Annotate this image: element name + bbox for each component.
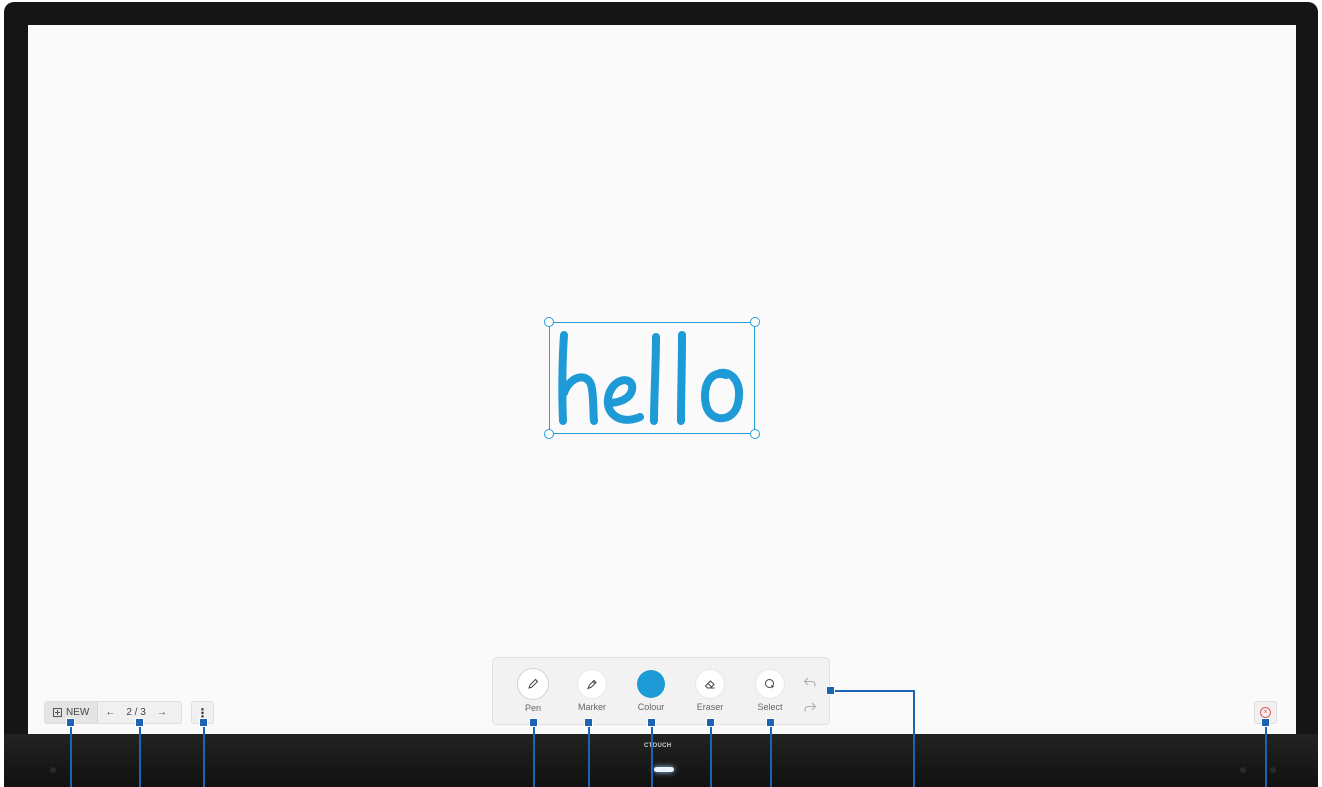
selection-handle-top-right[interactable] bbox=[750, 317, 760, 327]
sensor-dot bbox=[1270, 767, 1276, 773]
ink-selection-box[interactable] bbox=[544, 317, 760, 439]
marker-button[interactable] bbox=[578, 670, 606, 698]
callout-line bbox=[533, 722, 535, 787]
sensor-dot bbox=[1240, 767, 1246, 773]
callout-marker bbox=[1261, 718, 1270, 727]
undo-icon bbox=[803, 677, 816, 687]
callout-marker bbox=[647, 718, 656, 727]
tool-label: Colour bbox=[637, 702, 665, 712]
callout-marker bbox=[584, 718, 593, 727]
callout-line bbox=[913, 690, 915, 787]
callout-marker bbox=[766, 718, 775, 727]
callout-line bbox=[70, 722, 72, 787]
power-indicator-light bbox=[654, 767, 674, 772]
page-navigation: NEW ← 2 / 3 → bbox=[44, 701, 182, 724]
arrow-left-icon[interactable]: ← bbox=[98, 707, 122, 718]
colour-swatch[interactable] bbox=[637, 670, 665, 698]
tool-colour[interactable]: Colour bbox=[623, 670, 679, 712]
callout-line bbox=[139, 722, 141, 787]
tool-label: Select bbox=[757, 702, 783, 712]
arrow-right-icon[interactable]: → bbox=[150, 707, 174, 718]
page-indicator: 2 / 3 bbox=[126, 707, 146, 718]
handwriting-hello[interactable] bbox=[550, 323, 756, 435]
callout-line bbox=[588, 722, 590, 787]
eraser-button[interactable] bbox=[696, 670, 724, 698]
pen-button[interactable] bbox=[518, 669, 548, 699]
tool-eraser[interactable]: Eraser bbox=[682, 670, 738, 712]
selection-handle-bottom-left[interactable] bbox=[544, 429, 554, 439]
select-button[interactable] bbox=[756, 670, 784, 698]
callout-line bbox=[1265, 722, 1267, 787]
tool-select[interactable]: Select bbox=[742, 670, 798, 712]
tool-label: Marker bbox=[577, 702, 606, 712]
tool-marker[interactable]: Marker bbox=[564, 670, 620, 712]
tool-pen[interactable]: Pen bbox=[505, 669, 561, 713]
callout-marker bbox=[706, 718, 715, 727]
callout-marker bbox=[199, 718, 208, 727]
pen-icon bbox=[528, 678, 539, 689]
redo-icon bbox=[804, 702, 817, 712]
drawing-toolbar: Pen Marker Colour Eraser Select bbox=[492, 657, 830, 725]
callout-marker bbox=[135, 718, 144, 727]
callout-marker bbox=[826, 686, 835, 695]
tool-label: Eraser bbox=[696, 702, 724, 712]
selection-handle-top-left[interactable] bbox=[544, 317, 554, 327]
display-bottom-bezel bbox=[4, 734, 1318, 787]
callout-line bbox=[651, 722, 653, 787]
callout-marker bbox=[529, 718, 538, 727]
eraser-icon bbox=[704, 680, 715, 689]
tool-label: Pen bbox=[524, 703, 541, 713]
undo-button[interactable] bbox=[799, 673, 821, 691]
close-circle-icon: × bbox=[1260, 707, 1271, 718]
brand-logo: CTOUCH bbox=[644, 743, 672, 749]
whiteboard-canvas[interactable]: NEW ← 2 / 3 → ⋮ Pen Marker Colour Eraser… bbox=[28, 25, 1296, 734]
new-page-label: NEW bbox=[66, 707, 90, 718]
callout-marker bbox=[66, 718, 75, 727]
lasso-select-icon bbox=[765, 679, 775, 689]
callout-line bbox=[770, 722, 772, 787]
selection-handle-bottom-right[interactable] bbox=[750, 429, 760, 439]
redo-button[interactable] bbox=[799, 698, 821, 716]
plus-square-icon bbox=[53, 708, 62, 717]
callout-line bbox=[710, 722, 712, 787]
callout-line bbox=[830, 690, 915, 692]
sensor-dot bbox=[50, 767, 56, 773]
callout-line bbox=[203, 722, 205, 787]
marker-icon bbox=[587, 679, 597, 690]
